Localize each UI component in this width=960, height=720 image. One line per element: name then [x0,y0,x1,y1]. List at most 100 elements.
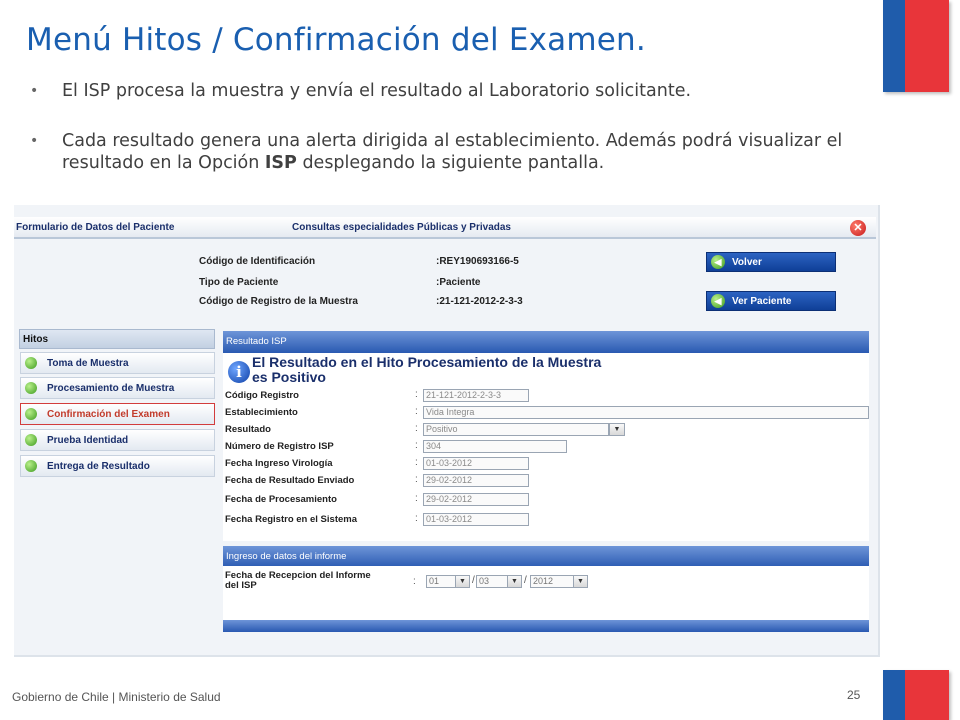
field-fecha-ingreso-virologia: Fecha Ingreso Virología : 01-03-2012 [225,457,869,471]
field-label: Establecimiento [225,407,298,418]
fecha-resultado-enviado-input[interactable]: 29-02-2012 [423,474,529,487]
field-colon: : [415,457,418,468]
hito-prueba-identidad[interactable]: Prueba Identidad [20,429,215,451]
tipo-label: Tipo de Paciente [199,277,279,288]
field-fecha-resultado-enviado: Fecha de Resultado Enviado : 29-02-2012 [225,474,869,488]
hitos-header: Hitos [19,329,215,349]
hito-confirmacion-del-examen[interactable]: Confirmación del Examen [20,403,215,425]
id-label: Código de Identificación [199,256,316,267]
tab-formulario-paciente[interactable]: Formulario de Datos del Paciente [16,222,174,233]
result-heading-line2: es Positivo [252,369,326,385]
bullet-list: • El ISP procesa la muestra y envía el r… [30,80,880,202]
field-colon: : [415,423,418,434]
field-label: Fecha de Resultado Enviado [225,475,355,486]
field-colon: : [413,576,416,587]
field-label: Fecha Ingreso Virología [225,458,333,469]
app-topbar: Formulario de Datos del Paciente Consult… [14,217,876,239]
field-codigo-registro: Código Registro : 21-121-2012-2-3-3 [225,389,869,403]
field-colon: : [415,493,418,504]
year-select-value: 2012 [533,576,554,586]
volver-button[interactable]: ◀ Volver [706,252,836,272]
bullet-text: El ISP procesa la muestra y envía el res… [62,81,692,101]
establecimiento-input[interactable]: Vida Integra [423,406,869,419]
fecha-registro-sistema-input[interactable]: 01-03-2012 [423,513,529,526]
chevron-down-icon[interactable]: ▼ [609,423,625,436]
numero-registro-isp-input[interactable]: 304 [423,440,567,453]
day-select-value: 01 [429,576,440,586]
bullet-dot-icon: • [30,83,39,99]
chevron-down-icon[interactable]: ▼ [507,576,521,587]
close-icon[interactable]: ✕ [850,220,866,236]
informe-section-body: Fecha de Recepcion del Informe del ISP :… [223,566,869,621]
field-label: Número de Registro ISP [225,441,334,452]
fecha-recepcion-label: Fecha de Recepcion del Informe del ISP [225,571,371,591]
informe-section-header: Ingreso de datos del informe [223,546,869,568]
page-number: 25 [847,688,861,702]
date-separator: / [472,575,475,586]
field-colon: : [415,406,418,417]
field-label: Código Registro [225,390,299,401]
field-numero-registro-isp: Número de Registro ISP : 304 [225,440,869,454]
green-bullet-icon [25,357,37,369]
chevron-down-icon[interactable]: ▼ [573,576,587,587]
codigo-registro-input[interactable]: 21-121-2012-2-3-3 [423,389,529,402]
bullet-item: • Cada resultado genera una alerta dirig… [30,130,880,174]
fecha-recepcion-label-line2: del ISP [225,580,257,591]
result-heading: El Resultado en el Hito Procesamiento de… [252,355,601,385]
info-icon: i [228,361,250,383]
fecha-ingreso-virologia-input[interactable]: 01-03-2012 [423,457,529,470]
ver-paciente-button-label: Ver Paciente [732,295,792,307]
hito-entrega-de-resultado[interactable]: Entrega de Resultado [20,455,215,477]
volver-button-label: Volver [732,256,762,268]
hito-label: Toma de Muestra [47,357,129,369]
resultado-section-header: Resultado ISP [223,331,869,353]
date-separator: / [524,575,527,586]
field-colon: : [415,389,418,400]
field-label: Fecha Registro en el Sistema [225,514,357,525]
year-select[interactable]: 2012 ▼ [530,575,588,588]
field-label: Resultado [225,424,271,435]
result-heading-line1: El Resultado en el Hito Procesamiento de… [252,354,602,370]
field-colon: : [415,513,418,524]
field-resultado: Resultado : Positivo ▼ [225,423,869,437]
tipo-value: :Paciente [436,277,481,288]
month-select-value: 03 [479,576,490,586]
id-value: :REY190693166-5 [436,256,519,267]
arrow-circle-icon: ◀ [711,294,725,308]
bullet-dot-icon: • [30,133,39,149]
hito-label: Confirmación del Examen [47,408,170,420]
green-bullet-icon [25,460,37,472]
bullet-item: • El ISP procesa la muestra y envía el r… [30,80,880,102]
hito-label: Prueba Identidad [47,434,129,446]
footer-text: Gobierno de Chile | Ministerio de Salud [12,690,221,704]
green-bullet-icon [25,408,37,420]
bullet-bold-text: ISP [264,153,297,173]
hito-procesamiento-de-muestra[interactable]: Procesamiento de Muestra [20,377,215,399]
chile-flag-decoration [883,670,949,720]
field-label: Fecha de Procesamiento [225,494,337,505]
hito-label: Entrega de Resultado [47,460,150,472]
registro-value: :21-121-2012-2-3-3 [436,296,523,307]
slide-title: Menú Hitos / Confirmación del Examen. [26,22,646,58]
field-fecha-registro-sistema: Fecha Registro en el Sistema : 01-03-201… [225,513,869,527]
ver-paciente-button[interactable]: ◀ Ver Paciente [706,291,836,311]
field-fecha-procesamiento: Fecha de Procesamiento : 29-02-2012 [225,493,869,507]
resultado-section-body: i El Resultado en el Hito Procesamiento … [223,353,869,541]
resultado-select[interactable]: Positivo [423,423,609,436]
chile-flag-decoration [883,0,949,92]
green-bullet-icon [25,434,37,446]
field-colon: : [415,440,418,451]
day-select[interactable]: 01 ▼ [426,575,470,588]
chevron-down-icon[interactable]: ▼ [455,576,469,587]
app-screenshot: Formulario de Datos del Paciente Consult… [14,205,880,657]
bullet-text: desplegando la siguiente pantalla. [296,153,605,173]
green-bullet-icon [25,382,37,394]
field-colon: : [415,474,418,485]
field-establecimiento: Establecimiento : Vida Integra [225,406,869,420]
arrow-circle-icon: ◀ [711,255,725,269]
hito-toma-de-muestra[interactable]: Toma de Muestra [20,352,215,374]
tab-consultas-especialidades[interactable]: Consultas especialidades Públicas y Priv… [292,222,511,233]
month-select[interactable]: 03 ▼ [476,575,522,588]
fecha-procesamiento-input[interactable]: 29-02-2012 [423,493,529,506]
hito-label: Procesamiento de Muestra [47,382,175,394]
